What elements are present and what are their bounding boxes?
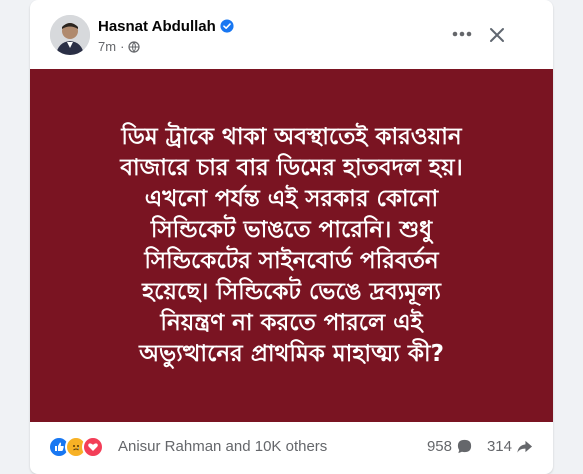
comment-bubble-icon (457, 439, 472, 454)
post-text: ডিম ট্রাকে থাকা অবস্থাতেই কারওয়ান বাজার… (120, 123, 463, 367)
more-dots-icon (452, 31, 472, 37)
more-options-button[interactable] (444, 20, 480, 48)
post-meta: 7m · (98, 39, 141, 54)
comments-count-button[interactable]: 958 (427, 438, 473, 455)
engagement-counts: 958 314 (427, 438, 533, 455)
verified-badge-icon (220, 19, 234, 33)
love-icon (82, 436, 104, 458)
reaction-summary[interactable]: Anisur Rahman and 10K others (118, 438, 327, 455)
share-arrow-icon (517, 440, 533, 453)
post-background[interactable]: ডিম ট্রাকে থাকা অবস্থাতেই কারওয়ান বাজার… (30, 69, 553, 422)
reaction-icons[interactable] (48, 436, 104, 458)
post-footer: Anisur Rahman and 10K others 958 314 (30, 430, 553, 464)
author-name[interactable]: Hasnat Abdullah (98, 18, 216, 35)
close-icon (490, 28, 504, 42)
shares-count: 314 (486, 438, 512, 455)
comments-count: 958 (426, 438, 452, 455)
post-time[interactable]: 7m (98, 39, 116, 54)
globe-icon (128, 40, 141, 53)
author-line: Hasnat Abdullah (98, 17, 234, 35)
post-card: Hasnat Abdullah 7m · ডিম ট্রাকে থাকা অবস… (30, 0, 553, 474)
meta-separator: · (120, 39, 125, 54)
author-avatar[interactable] (50, 15, 90, 55)
close-button[interactable] (482, 20, 512, 50)
shares-count-button[interactable]: 314 (487, 438, 533, 455)
